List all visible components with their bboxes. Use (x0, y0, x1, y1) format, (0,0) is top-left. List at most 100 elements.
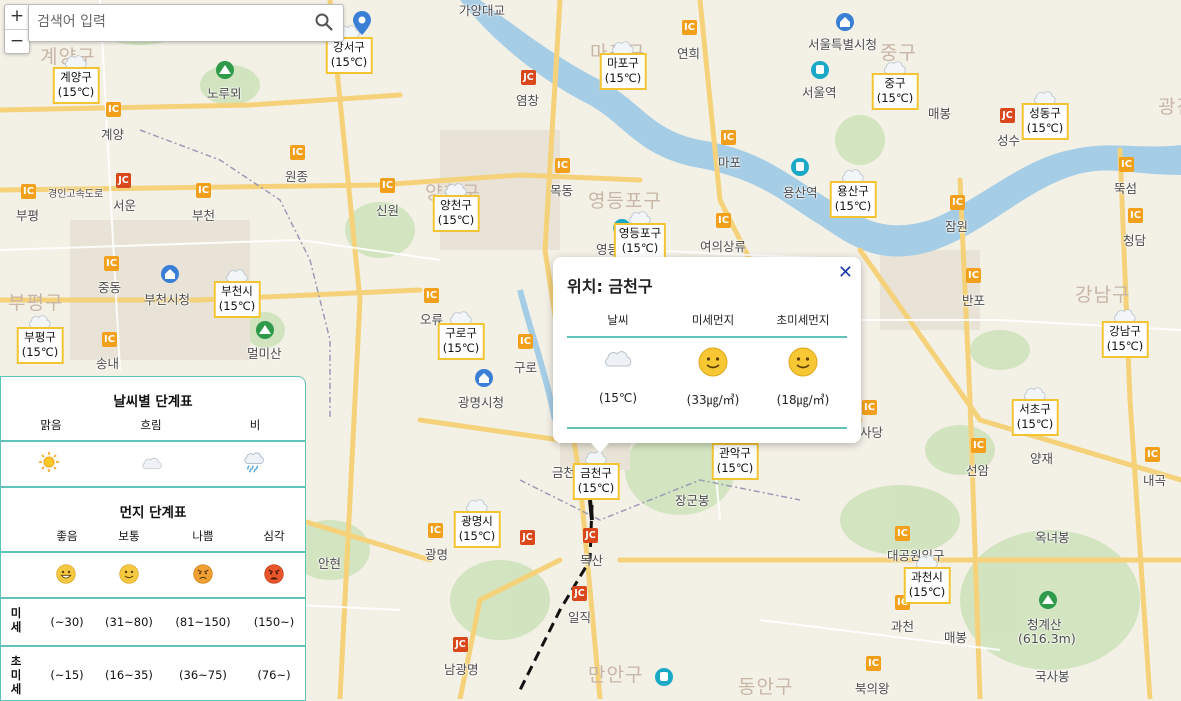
dust-range-value: (81~150) (175, 615, 231, 629)
place-label: 국사봉 (1035, 669, 1070, 684)
jc-icon: JC (520, 530, 535, 545)
district-label[interactable]: 용산구 (15℃) (829, 181, 877, 218)
district-label[interactable]: 구로구 (15℃) (437, 323, 485, 360)
place-label: 성수 (997, 133, 1021, 148)
district-marker[interactable]: 용산구 (15℃) (829, 166, 877, 218)
jc-icon: JC (583, 528, 598, 543)
region-label: 광진 (1158, 96, 1181, 118)
place-label: 양재 (1030, 451, 1054, 466)
district-marker[interactable]: 서초구 (15℃) (1011, 384, 1059, 436)
place-label: 청담 (1123, 233, 1147, 248)
district-marker[interactable]: 영등포구 (15℃) (613, 208, 667, 260)
zoom-out-button[interactable]: − (5, 29, 29, 54)
district-temp: (15℃) (577, 481, 615, 495)
legend-panel: 날씨별 단계표 맑음 흐림 비 먼지 단계표 좋음 보통 나쁨 심각 미세 (~… (0, 376, 306, 701)
ic-icon: IC (555, 158, 570, 173)
district-label[interactable]: 강서구 (15℃) (325, 37, 373, 74)
region-label: 만안구 (588, 664, 644, 686)
district-label[interactable]: 금천구 (15℃) (572, 463, 620, 500)
place-label: 원종 (285, 169, 309, 184)
close-icon[interactable]: ✕ (838, 262, 853, 283)
sun-icon (39, 452, 59, 472)
district-label[interactable]: 마포구 (15℃) (599, 53, 647, 90)
district-name: 금천구 (580, 466, 612, 480)
place-label: 중동 (98, 280, 122, 295)
district-marker[interactable]: 계양구 (15℃) (52, 52, 100, 104)
ic-icon: IC (1128, 208, 1143, 223)
place-label: 신원 (376, 203, 400, 218)
place-label: 뚝섬 (1114, 181, 1138, 196)
search-bar (28, 4, 344, 42)
district-label[interactable]: 계양구 (15℃) (52, 67, 100, 104)
ic-icon: IC (895, 526, 910, 541)
district-marker[interactable]: 강남구 (15℃) (1101, 306, 1149, 358)
place-label: 가양대교 (459, 3, 506, 18)
place-label: 선암 (966, 463, 990, 478)
weather-legend-col: 맑음 (40, 418, 62, 432)
place-label: 마포 (718, 155, 742, 170)
place-label: 장군봉 (675, 493, 710, 508)
jc-icon: JC (1000, 108, 1015, 123)
dust-range-value: (~15) (50, 668, 84, 682)
legend-divider (1, 645, 305, 647)
district-label[interactable]: 성동구 (15℃) (1021, 103, 1069, 140)
place-label: 매봉 (928, 106, 952, 121)
dust-row-label: 미세 (10, 606, 22, 634)
district-temp: (15℃) (330, 55, 368, 69)
train-station-icon (811, 61, 829, 79)
zoom-in-button[interactable]: + (5, 5, 29, 29)
dust-range-value: (36~75) (179, 668, 227, 682)
ic-icon: IC (950, 195, 965, 210)
search-input[interactable] (29, 5, 307, 39)
district-temp: (15℃) (716, 461, 754, 475)
dust-range-value: (150~) (253, 615, 295, 629)
district-label[interactable]: 서초구 (15℃) (1011, 399, 1059, 436)
district-label[interactable]: 과천시 (15℃) (903, 567, 951, 604)
weather-legend-title: 날씨별 단계표 (113, 394, 193, 410)
district-marker[interactable]: 성동구 (15℃) (1021, 88, 1069, 140)
dust-range-value: (76~) (257, 668, 291, 682)
popup-fine-dust-value: (33㎍/㎥) (686, 393, 740, 407)
district-marker[interactable]: 과천시 (15℃) (903, 552, 951, 604)
district-label[interactable]: 관악구 (15℃) (711, 443, 759, 480)
place-label: 경인고속도로 (48, 189, 104, 200)
place-label: 과천 (891, 619, 915, 634)
region-label: 부평구 (8, 292, 64, 314)
dust-legend-col: 보통 (118, 529, 140, 543)
dust-range-value: (16~35) (105, 668, 153, 682)
district-marker[interactable]: 부평구 (15℃) (16, 312, 64, 364)
district-temp: (15℃) (1026, 121, 1064, 135)
place-label: 서울특별시청 (808, 37, 878, 52)
ic-icon: IC (716, 213, 731, 228)
mountain-icon (216, 61, 234, 79)
district-label[interactable]: 양천구 (15℃) (432, 195, 480, 232)
cloud-icon (573, 347, 663, 373)
district-marker[interactable]: 구로구 (15℃) (437, 308, 485, 360)
district-marker[interactable]: 마포구 (15℃) (599, 38, 647, 90)
place-label: 구로 (514, 360, 538, 375)
district-name: 양천구 (440, 198, 472, 212)
place-label: 광명시청 (458, 395, 505, 410)
ic-icon: IC (196, 183, 211, 198)
dust-legend-title: 먼지 단계표 (119, 505, 187, 521)
place-label: 금천 (552, 465, 576, 480)
district-label[interactable]: 광명시 (15℃) (453, 511, 501, 548)
city-hall-icon (836, 13, 854, 31)
district-marker[interactable]: 양천구 (15℃) (432, 180, 480, 232)
district-marker[interactable]: 금천구 (15℃) (572, 448, 620, 500)
district-temp: (15℃) (834, 199, 872, 213)
place-label: 서울역 (802, 85, 837, 100)
district-label[interactable]: 부천시 (15℃) (213, 281, 261, 318)
district-marker[interactable]: 부천시 (15℃) (213, 266, 261, 318)
district-label[interactable]: 중구 (15℃) (871, 73, 919, 110)
district-label[interactable]: 부평구 (15℃) (16, 327, 64, 364)
district-marker[interactable]: 중구 (15℃) (871, 58, 919, 110)
district-info-popup: 위치: 금천구 ✕ 날씨 미세먼지 초미세먼지 (15℃) (33㎍/㎥) (1… (553, 257, 861, 453)
district-marker[interactable]: 광명시 (15℃) (453, 496, 501, 548)
district-temp: (15℃) (1016, 417, 1054, 431)
popup-title: 위치: 금천구 (567, 277, 653, 296)
district-label[interactable]: 강남구 (15℃) (1101, 321, 1149, 358)
district-label[interactable]: 영등포구 (15℃) (613, 223, 667, 260)
search-icon[interactable] (315, 13, 333, 31)
city-hall-icon (475, 369, 493, 387)
